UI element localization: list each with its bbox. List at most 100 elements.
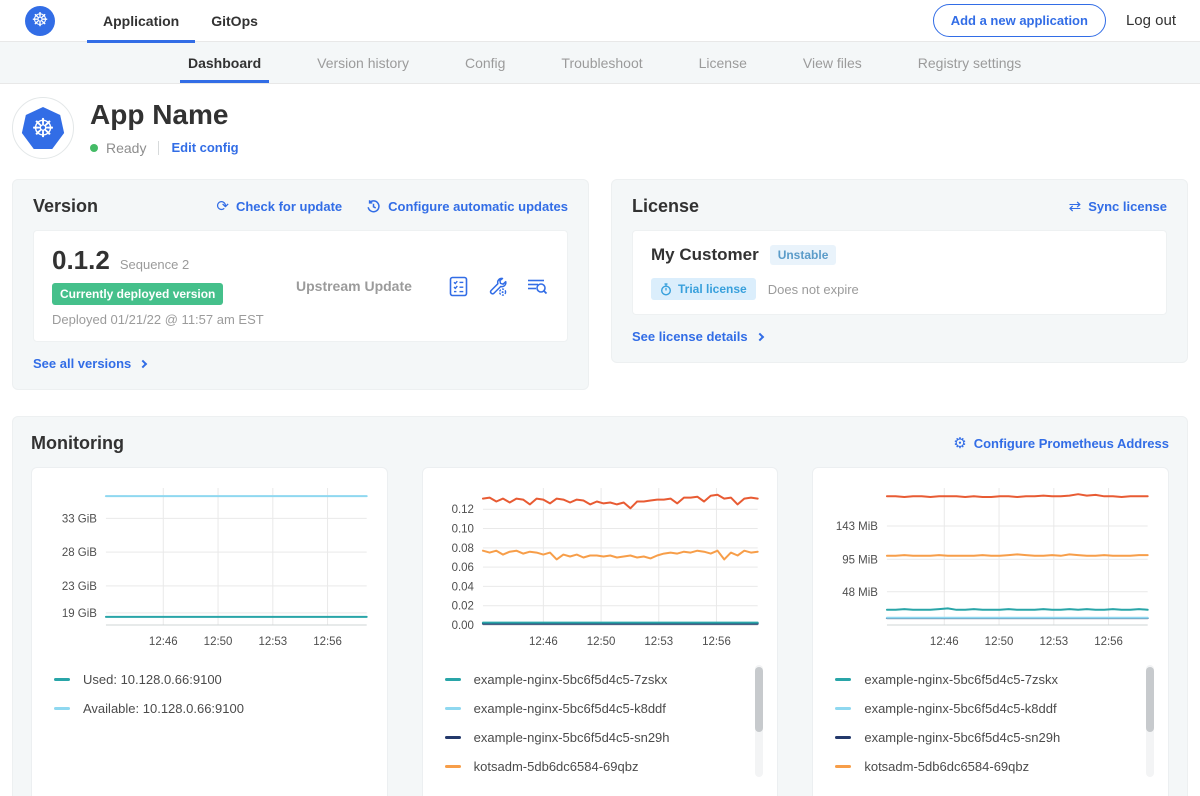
- version-action-icons: [447, 275, 549, 298]
- version-sequence: Sequence 2: [120, 257, 189, 272]
- check-for-update-link[interactable]: ⟳ Check for update: [216, 199, 342, 214]
- trial-license-label: Trial license: [678, 282, 747, 296]
- cards-row: Version ⟳ Check for update Configure aut…: [12, 179, 1188, 390]
- app-title-block: App Name Ready Edit config: [90, 100, 239, 156]
- chevron-right-icon: [139, 359, 147, 367]
- legend-item: example-nginx-5bc6f5d4c5-7zskx: [835, 665, 1136, 694]
- subnav-tab-config[interactable]: Config: [465, 42, 505, 83]
- legend-item: Used: 10.128.0.66:9100: [54, 665, 355, 694]
- divider: [158, 141, 159, 155]
- svg-text:19 GiB: 19 GiB: [62, 608, 97, 620]
- kubernetes-heptagon-icon: ☸: [21, 107, 65, 149]
- legend-dash-icon: [835, 678, 851, 681]
- memory-usage-plot: 48 MiB95 MiB143 MiB12:4612:5012:5312:56: [825, 478, 1156, 653]
- kubernetes-wheel-glyph: ☸: [31, 115, 54, 141]
- customer-name: My Customer: [651, 245, 759, 265]
- legend-label: example-nginx-5bc6f5d4c5-k8ddf: [864, 701, 1056, 716]
- legend-item: example-nginx-5bc6f5d4c5-k8ddf: [445, 694, 746, 723]
- edit-config-link[interactable]: Edit config: [171, 140, 238, 155]
- license-card-links: ⇄ Sync license: [1069, 199, 1167, 214]
- view-logs-icon[interactable]: [525, 275, 549, 298]
- configure-automatic-updates-link[interactable]: Configure automatic updates: [366, 199, 568, 214]
- legend-dash-icon: [445, 765, 461, 768]
- legend-item: example-nginx-5bc6f5d4c5-sn29h: [445, 723, 746, 752]
- legend-dash-icon: [835, 736, 851, 739]
- subnav-tab-registry-settings[interactable]: Registry settings: [918, 42, 1021, 83]
- currently-deployed-badge: Currently deployed version: [52, 283, 223, 305]
- expiry-text: Does not expire: [768, 282, 859, 297]
- legend-item: kotsadm-5db6dc6584-69qbz: [445, 752, 746, 781]
- sync-license-label: Sync license: [1088, 199, 1167, 214]
- svg-text:0.12: 0.12: [451, 504, 473, 516]
- svg-text:143 MiB: 143 MiB: [836, 521, 878, 533]
- license-card: License ⇄ Sync license My Customer Unsta…: [611, 179, 1188, 363]
- version-number: 0.1.2: [52, 245, 110, 276]
- svg-text:12:50: 12:50: [586, 636, 615, 648]
- see-license-details-link[interactable]: See license details: [632, 329, 763, 344]
- sync-icon: ⇄: [1069, 199, 1082, 214]
- version-info: 0.1.2 Sequence 2 Currently deployed vers…: [52, 245, 284, 327]
- legend-scrollbar-track[interactable]: [755, 665, 763, 777]
- subnav-tab-license[interactable]: License: [699, 42, 747, 83]
- version-card: Version ⟳ Check for update Configure aut…: [12, 179, 589, 390]
- configure-prometheus-link[interactable]: ⚙ Configure Prometheus Address: [953, 436, 1169, 451]
- legend-label: kotsadm-5db6dc6584-69qbz: [864, 759, 1029, 774]
- svg-text:12:53: 12:53: [644, 636, 673, 648]
- charts-row: 19 GiB23 GiB28 GiB33 GiB12:4612:5012:531…: [31, 467, 1169, 796]
- see-license-details-row: See license details: [632, 328, 1167, 346]
- topnav-tab-gitops[interactable]: GitOps: [195, 0, 274, 42]
- legend-label: example-nginx-5bc6f5d4c5-k8ddf: [474, 701, 666, 716]
- kubernetes-wheel-glyph: ☸: [31, 11, 48, 30]
- legend-label: example-nginx-5bc6f5d4c5-sn29h: [864, 730, 1060, 745]
- license-card-title: License: [632, 196, 699, 217]
- preflight-checklist-icon[interactable]: [447, 275, 470, 298]
- svg-text:12:50: 12:50: [985, 636, 1014, 648]
- monitoring-header: Monitoring ⚙ Configure Prometheus Addres…: [31, 433, 1169, 454]
- chart-title: Memory Usage: [825, 781, 1156, 796]
- subnav-tab-view-files[interactable]: View files: [803, 42, 862, 83]
- svg-text:0.02: 0.02: [451, 601, 473, 613]
- subnav-tab-version-history[interactable]: Version history: [317, 42, 409, 83]
- svg-text:0.00: 0.00: [451, 620, 473, 632]
- legend-dash-icon: [445, 707, 461, 710]
- legend-dash-icon: [835, 707, 851, 710]
- logout-link[interactable]: Log out: [1126, 12, 1176, 29]
- svg-text:12:50: 12:50: [204, 636, 233, 648]
- svg-text:0.06: 0.06: [451, 562, 473, 574]
- legend-scrollbar-thumb[interactable]: [755, 667, 763, 732]
- subnav-tab-dashboard[interactable]: Dashboard: [188, 42, 261, 83]
- channel-badge: Unstable: [770, 245, 837, 265]
- license-card-header: License ⇄ Sync license: [632, 196, 1167, 217]
- add-new-application-button[interactable]: Add a new application: [933, 4, 1106, 37]
- legend-scrollbar-thumb[interactable]: [1146, 667, 1154, 732]
- trial-license-badge: Trial license: [651, 278, 756, 300]
- sync-license-link[interactable]: ⇄ Sync license: [1069, 199, 1167, 214]
- config-wrench-icon[interactable]: [486, 275, 509, 298]
- update-type-label: Upstream Update: [284, 278, 447, 294]
- app-avatar: ☸: [12, 97, 74, 159]
- version-card-title: Version: [33, 196, 98, 217]
- disk-usage-legend: Used: 10.128.0.66:9100 Available: 10.128.…: [44, 663, 375, 723]
- gear-icon: ⚙: [953, 436, 966, 451]
- monitoring-card: Monitoring ⚙ Configure Prometheus Addres…: [12, 416, 1188, 796]
- topnav-tabs: ApplicationGitOps: [87, 0, 274, 42]
- page-title: App Name: [90, 100, 239, 131]
- legend-item: example-nginx-5bc6f5d4c5-k8ddf: [835, 694, 1136, 723]
- license-panel: My Customer Unstable Trial license Does …: [632, 230, 1167, 315]
- legend-label: Available: 10.128.0.66:9100: [83, 701, 244, 716]
- legend-dash-icon: [445, 678, 461, 681]
- see-all-versions-link[interactable]: See all versions: [33, 356, 146, 371]
- kubernetes-logo-icon: ☸: [25, 6, 55, 36]
- topnav-tab-application[interactable]: Application: [87, 0, 195, 42]
- chevron-right-icon: [755, 332, 763, 340]
- monitoring-title: Monitoring: [31, 433, 124, 454]
- version-card-links: ⟳ Check for update Configure automatic u…: [216, 199, 568, 214]
- legend-scrollbar-track[interactable]: [1146, 665, 1154, 777]
- chart-title: CPU Usage: [435, 781, 766, 796]
- svg-text:33 GiB: 33 GiB: [62, 513, 97, 525]
- configure-automatic-updates-label: Configure automatic updates: [388, 199, 568, 214]
- svg-text:0.10: 0.10: [451, 524, 473, 536]
- subnav-tab-troubleshoot[interactable]: Troubleshoot: [561, 42, 642, 83]
- legend-dash-icon: [445, 736, 461, 739]
- see-license-details-label: See license details: [632, 329, 748, 344]
